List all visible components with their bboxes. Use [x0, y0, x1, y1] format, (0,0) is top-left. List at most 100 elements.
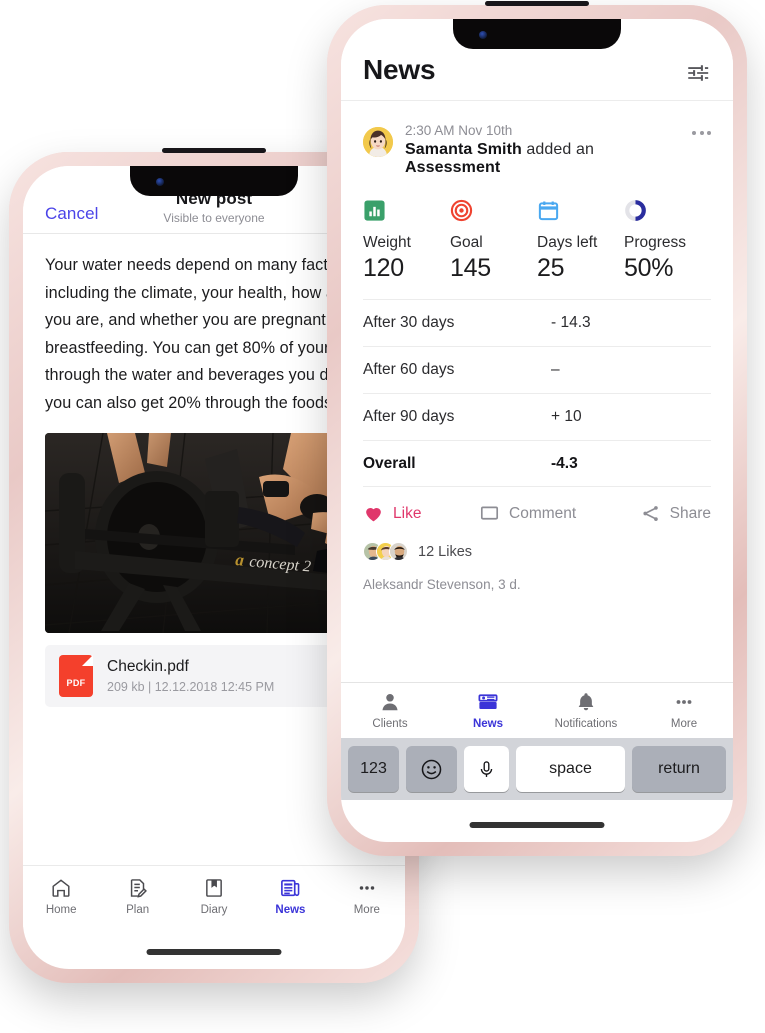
tab-diary[interactable]: Diary	[176, 877, 252, 916]
target-icon	[450, 199, 537, 223]
tab-notifications[interactable]: Notifications	[537, 691, 635, 730]
table-row-overall: Overall -4.3	[363, 440, 711, 487]
post-actions: Like Comment Share	[341, 487, 733, 524]
share-icon	[643, 506, 658, 521]
liker-avatar-3	[389, 542, 408, 561]
likes-row[interactable]: 12 Likes	[341, 524, 733, 561]
microphone-icon	[480, 760, 493, 777]
table-row: After 60 days –	[363, 346, 711, 393]
comment-preview[interactable]: Aleksandr Stevenson, 3 d.	[341, 561, 733, 592]
attachment-card[interactable]: PDF Checkin.pdf 209 kb | 12.12.2018 12:4…	[45, 645, 375, 707]
right-phone-mockup: News 2:30 AM Nov 10th Samanta Smith adde…	[327, 1, 747, 856]
post-author[interactable]: Samanta Smith	[405, 141, 522, 158]
tab-label: More	[670, 718, 698, 730]
row-value: + 10	[551, 408, 582, 425]
diary-book-icon	[206, 879, 222, 897]
tab-more[interactable]: More	[635, 691, 733, 730]
tab-clients[interactable]: Clients	[341, 691, 439, 730]
liker-avatars	[363, 542, 408, 561]
post-more-button[interactable]	[692, 131, 711, 135]
key-space[interactable]: space	[516, 746, 625, 792]
avatar[interactable]	[363, 127, 393, 157]
row-value: -4.3	[551, 454, 578, 472]
home-icon	[52, 879, 70, 897]
post-timestamp: 2:30 AM Nov 10th	[405, 123, 513, 138]
tab-more[interactable]: More	[329, 877, 405, 916]
stat-label: Progress	[624, 234, 687, 251]
front-camera-icon	[479, 31, 487, 39]
key-emoji[interactable]	[406, 746, 457, 792]
key-mic[interactable]	[464, 746, 509, 792]
attachment-filename: Checkin.pdf	[107, 658, 189, 675]
tab-label: Plan	[126, 904, 150, 916]
bell-icon	[578, 693, 594, 711]
emoji-icon	[421, 759, 442, 779]
post-header: 2:30 AM Nov 10th Samanta Smith added an …	[341, 101, 733, 177]
assessment-table: After 30 days - 14.3 After 60 days – Aft…	[341, 289, 733, 487]
stat-days-left: Days left 25	[537, 199, 624, 283]
post-meta: 2:30 AM Nov 10th Samanta Smith added an …	[405, 123, 680, 177]
table-row: After 30 days - 14.3	[363, 299, 711, 346]
heart-icon	[366, 508, 381, 522]
tab-news[interactable]: News	[252, 877, 328, 916]
tab-home[interactable]: Home	[23, 877, 99, 916]
attached-photo[interactable]: ɑ concept 2	[45, 433, 375, 633]
stat-value: 25	[537, 254, 565, 282]
keyboard-toolbar: 123 space return	[341, 738, 733, 800]
home-indicator	[146, 949, 282, 955]
bar-chart-icon	[363, 199, 450, 223]
row-value: - 14.3	[551, 314, 591, 331]
row-value: –	[551, 361, 560, 378]
calendar-icon	[537, 199, 624, 223]
notch	[453, 19, 621, 49]
tab-label: News	[275, 904, 306, 916]
attachment-info: Checkin.pdf 209 kb | 12.12.2018 12:45 PM	[107, 658, 274, 694]
earpiece-speaker	[162, 148, 266, 153]
post-activity-line: Samanta Smith added an Assessment	[405, 141, 680, 177]
pdf-file-icon: PDF	[59, 655, 93, 697]
comment-icon	[480, 506, 499, 520]
progress-icon	[624, 199, 711, 223]
more-dots-icon	[676, 700, 692, 704]
tab-label: News	[472, 718, 504, 730]
action-label: Like	[393, 504, 422, 522]
row-label: After 30 days	[363, 314, 455, 331]
stat-goal: Goal 145	[450, 199, 537, 283]
filter-sliders-icon[interactable]	[685, 60, 711, 86]
stat-label: Days left	[537, 234, 598, 251]
stat-value: 50%	[624, 254, 674, 282]
earpiece-speaker	[485, 1, 589, 6]
assessment-stats: Weight 120 Goal 145 Days left 25 Progres…	[341, 177, 733, 289]
table-row: After 90 days + 10	[363, 393, 711, 440]
tab-label: Home	[45, 904, 77, 916]
like-button[interactable]: Like	[363, 503, 479, 524]
post-action-object: Assessment	[405, 159, 501, 176]
action-label: Share	[669, 504, 711, 522]
tab-label: Diary	[200, 904, 228, 916]
plan-edit-icon	[130, 879, 147, 898]
share-button[interactable]: Share	[595, 503, 711, 524]
tab-label: Notifications	[554, 718, 618, 730]
likes-count: 12 Likes	[418, 543, 473, 560]
right-tabbar: Clients News Notifications More	[341, 682, 733, 738]
tab-plan[interactable]: Plan	[99, 877, 175, 916]
action-label: Comment	[509, 504, 577, 522]
notch	[130, 166, 298, 196]
comment-button[interactable]: Comment	[479, 503, 595, 524]
news-icon	[280, 879, 300, 897]
key-return[interactable]: return	[632, 746, 726, 792]
screenshot-stage: Cancel New post Visible to everyone Your…	[0, 0, 765, 1033]
stat-weight: Weight 120	[363, 199, 450, 283]
right-phone-screen: News 2:30 AM Nov 10th Samanta Smith adde…	[341, 19, 733, 842]
stat-label: Goal	[450, 234, 483, 251]
row-label: Overall	[363, 454, 416, 472]
tab-label: More	[353, 904, 380, 916]
page-title: News	[363, 54, 436, 85]
tab-news[interactable]: News	[439, 691, 537, 730]
tab-label: Clients	[372, 718, 408, 730]
stat-label: Weight	[363, 234, 411, 251]
person-icon	[382, 694, 398, 711]
post-action-mid: added an	[521, 141, 594, 158]
key-123[interactable]: 123	[348, 746, 399, 792]
news-card-icon	[478, 694, 498, 709]
